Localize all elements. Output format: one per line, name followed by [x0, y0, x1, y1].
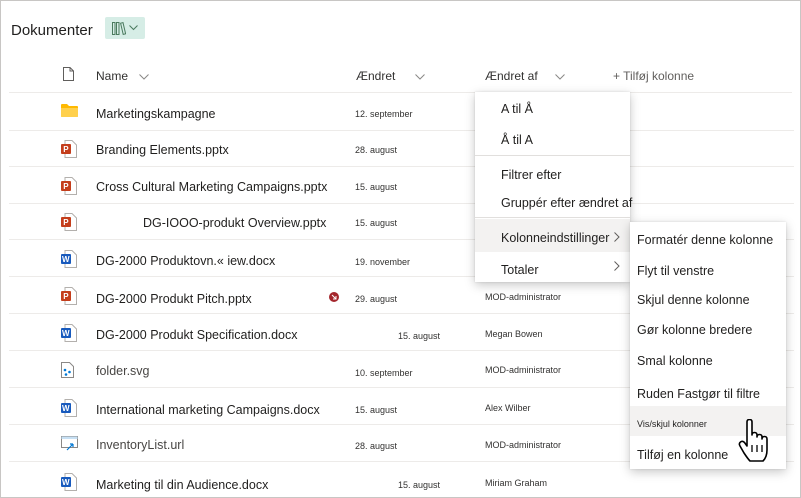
- menu-divider: [475, 155, 630, 156]
- file-modified: 19. november: [355, 257, 411, 267]
- file-modified-by[interactable]: Alex Wilber: [485, 403, 531, 413]
- word-icon: W: [61, 250, 77, 268]
- word-icon: W: [61, 324, 77, 342]
- document-library: Dokumenter Name Ændret Ændret af + Tilfø…: [0, 0, 801, 498]
- file-modified-by[interactable]: MOD-administrator: [485, 292, 561, 302]
- file-name[interactable]: DG-2000 Produkt Specification.docx: [96, 328, 298, 342]
- file-name[interactable]: DG-IOOO-produkt Overview.pptx: [143, 216, 326, 230]
- column-settings-label: Kolonneindstillinger: [501, 231, 610, 245]
- svg-text:W: W: [62, 404, 70, 413]
- view-switcher-button[interactable]: [105, 17, 145, 39]
- file-modified-by[interactable]: Megan Bowen: [485, 329, 543, 339]
- word-icon: W: [61, 473, 77, 491]
- file-name[interactable]: Branding Elements.pptx: [96, 143, 229, 157]
- checked-out-badge-icon: [329, 292, 339, 302]
- list-item[interactable]: P Branding Elements.pptx 28. august: [9, 131, 794, 167]
- chevron-right-icon: [614, 261, 620, 271]
- group-by-menu-item[interactable]: Gruppér efter ændret af: [475, 196, 632, 210]
- file-modified-by[interactable]: MOD-administrator: [485, 440, 561, 450]
- column-name-header[interactable]: Name: [96, 69, 150, 83]
- url-file-icon: [61, 436, 78, 451]
- column-context-menu: A til Å Å til A Filtrer efter Gruppér ef…: [475, 92, 632, 282]
- file-name[interactable]: InventoryList.url: [96, 438, 184, 452]
- menu-divider: [475, 217, 630, 218]
- powerpoint-icon: P: [61, 287, 77, 305]
- hide-column-menu-item[interactable]: Skjul denne kolonne: [630, 293, 786, 307]
- file-modified: 15. august: [355, 218, 398, 228]
- chevron-down-icon: [129, 25, 138, 31]
- totals-menu-item[interactable]: Totaler: [475, 252, 630, 282]
- column-modified-header[interactable]: Ændret: [356, 69, 425, 83]
- svg-text:W: W: [62, 329, 70, 338]
- list-item[interactable]: Marketingskampagne 12. september: [9, 95, 794, 131]
- library-title: Dokumenter: [11, 22, 93, 39]
- file-modified-by[interactable]: MOD-administrator: [485, 365, 561, 375]
- filter-by-menu-item[interactable]: Filtrer efter: [475, 168, 630, 182]
- svg-text:P: P: [63, 218, 69, 227]
- powerpoint-icon: P: [61, 177, 77, 195]
- file-modified: 12. september: [355, 109, 413, 119]
- wider-column-menu-item[interactable]: Gør kolonne bredere: [630, 323, 786, 337]
- file-modified-by[interactable]: Miriam Graham: [485, 478, 547, 488]
- add-column-button[interactable]: + Tilføj kolonne: [613, 69, 694, 83]
- library-view-icon: [112, 21, 126, 35]
- file-name[interactable]: Cross Cultural Marketing Campaigns.pptx: [96, 180, 327, 194]
- chevron-down-icon: [414, 74, 425, 80]
- svg-text:W: W: [62, 478, 70, 487]
- column-settings-menu-item[interactable]: Kolonneindstillinger: [475, 219, 630, 252]
- word-icon: W: [61, 399, 77, 417]
- powerpoint-icon: P: [61, 140, 77, 158]
- column-header-row: Name Ændret Ændret af + Tilføj kolonne: [1, 61, 800, 89]
- folder-icon: [61, 104, 78, 117]
- sort-ascending-menu-item[interactable]: A til Å: [475, 102, 630, 116]
- totals-label: Totaler: [501, 263, 539, 277]
- narrow-column-menu-item[interactable]: Smal kolonne: [630, 354, 786, 368]
- file-modified: 15. august: [398, 480, 441, 490]
- svg-text:P: P: [63, 292, 69, 301]
- file-type-icon[interactable]: [63, 67, 74, 81]
- svg-file-icon: [61, 362, 74, 378]
- list-item[interactable]: P Cross Cultural Marketing Campaigns.ppt…: [9, 168, 794, 204]
- file-modified: 15. august: [355, 182, 398, 192]
- powerpoint-icon: P: [61, 213, 77, 231]
- file-modified: 28. august: [355, 441, 398, 451]
- show-hide-columns-label: Vis/skjul kolonner: [637, 419, 707, 429]
- sort-descending-menu-item[interactable]: Å til A: [475, 133, 630, 147]
- format-column-menu-item[interactable]: Formatér denne kolonne: [630, 233, 786, 247]
- header-divider: [9, 92, 792, 93]
- file-name[interactable]: DG-2000 Produktovn.« iew.docx: [96, 254, 275, 268]
- pin-to-filters-menu-item[interactable]: Ruden Fastgør til filtre: [630, 387, 786, 401]
- chevron-right-icon: [614, 232, 620, 242]
- file-modified: 28. august: [355, 145, 398, 155]
- hand-cursor-icon: [738, 419, 768, 462]
- column-modified-by-header[interactable]: Ændret af: [485, 69, 565, 83]
- svg-text:W: W: [62, 255, 70, 264]
- move-left-menu-item[interactable]: Flyt til venstre: [630, 264, 786, 278]
- file-modified: 15. august: [398, 331, 441, 341]
- svg-text:P: P: [63, 145, 69, 154]
- file-name[interactable]: International marketing Campaigns.docx: [96, 403, 320, 417]
- file-modified: 29. august: [355, 294, 398, 304]
- column-modified-label: Ændret: [356, 69, 396, 83]
- column-name-label: Name: [96, 69, 129, 83]
- chevron-down-icon: [555, 74, 565, 80]
- file-name[interactable]: folder.svg: [96, 364, 150, 378]
- file-modified: 10. september: [355, 368, 413, 378]
- file-name[interactable]: Marketing til din Audience.docx: [96, 478, 268, 492]
- file-name[interactable]: Marketingskampagne: [96, 107, 216, 121]
- file-modified: 15. august: [355, 405, 398, 415]
- file-name[interactable]: DG-2000 Produkt Pitch.pptx: [96, 292, 252, 306]
- svg-text:P: P: [63, 182, 69, 191]
- chevron-down-icon: [139, 74, 150, 80]
- column-modified-by-label: Ændret af: [485, 69, 538, 83]
